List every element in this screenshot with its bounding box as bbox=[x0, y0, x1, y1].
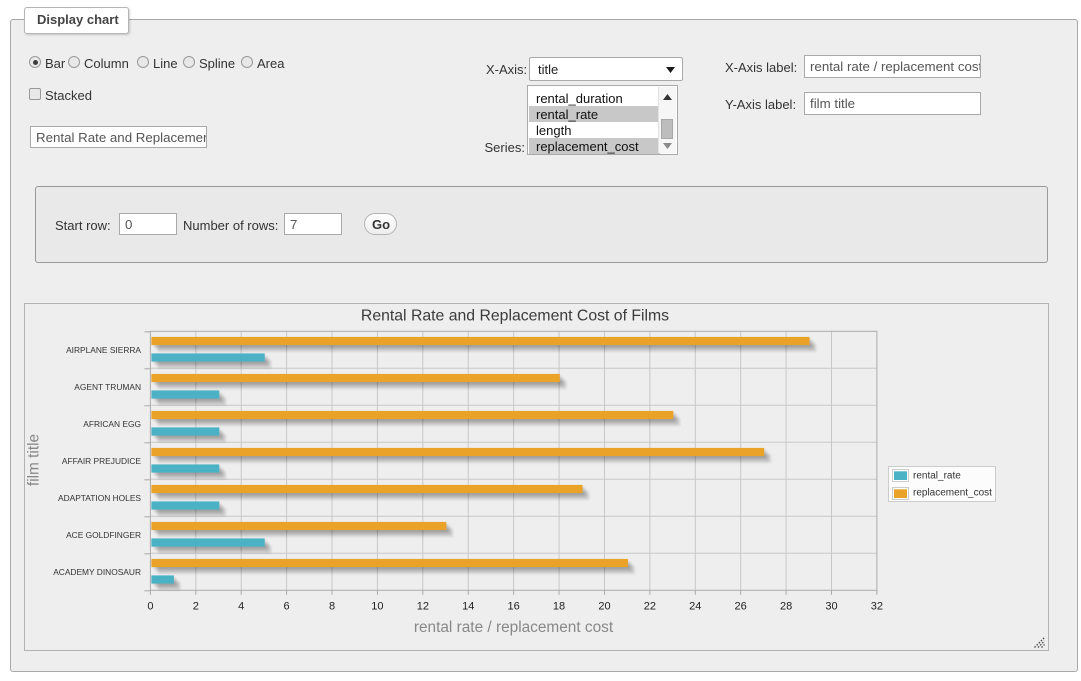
svg-text:ADAPTATION HOLES: ADAPTATION HOLES bbox=[58, 493, 141, 503]
svg-text:ACADEMY DINOSAUR: ACADEMY DINOSAUR bbox=[53, 567, 141, 577]
svg-text:AGENT TRUMAN: AGENT TRUMAN bbox=[74, 382, 141, 392]
svg-text:22: 22 bbox=[644, 601, 656, 613]
svg-text:10: 10 bbox=[371, 601, 383, 613]
svg-text:24: 24 bbox=[689, 601, 701, 613]
svg-text:ACE GOLDFINGER: ACE GOLDFINGER bbox=[66, 530, 141, 540]
svg-text:4: 4 bbox=[238, 601, 244, 613]
svg-text:replacement_cost: replacement_cost bbox=[913, 488, 992, 499]
svg-text:0: 0 bbox=[147, 601, 153, 613]
svg-text:Rental Rate and Replacement Co: Rental Rate and Replacement Cost of Film… bbox=[361, 308, 669, 325]
svg-text:AFFAIR PREJUDICE: AFFAIR PREJUDICE bbox=[62, 456, 142, 466]
svg-text:28: 28 bbox=[780, 601, 792, 613]
svg-text:30: 30 bbox=[825, 601, 837, 613]
svg-text:26: 26 bbox=[735, 601, 747, 613]
svg-text:14: 14 bbox=[462, 601, 474, 613]
svg-text:film title: film title bbox=[26, 434, 43, 486]
svg-text:32: 32 bbox=[871, 601, 883, 613]
svg-text:12: 12 bbox=[417, 601, 429, 613]
svg-text:AFRICAN EGG: AFRICAN EGG bbox=[83, 419, 141, 429]
svg-text:2: 2 bbox=[193, 601, 199, 613]
svg-text:6: 6 bbox=[284, 601, 290, 613]
svg-text:AIRPLANE SIERRA: AIRPLANE SIERRA bbox=[66, 345, 141, 355]
svg-text:rental_rate: rental_rate bbox=[913, 470, 961, 481]
svg-text:20: 20 bbox=[598, 601, 610, 613]
svg-text:8: 8 bbox=[329, 601, 335, 613]
svg-text:18: 18 bbox=[553, 601, 565, 613]
svg-text:16: 16 bbox=[508, 601, 520, 613]
svg-text:rental rate / replacement cost: rental rate / replacement cost bbox=[414, 619, 614, 636]
